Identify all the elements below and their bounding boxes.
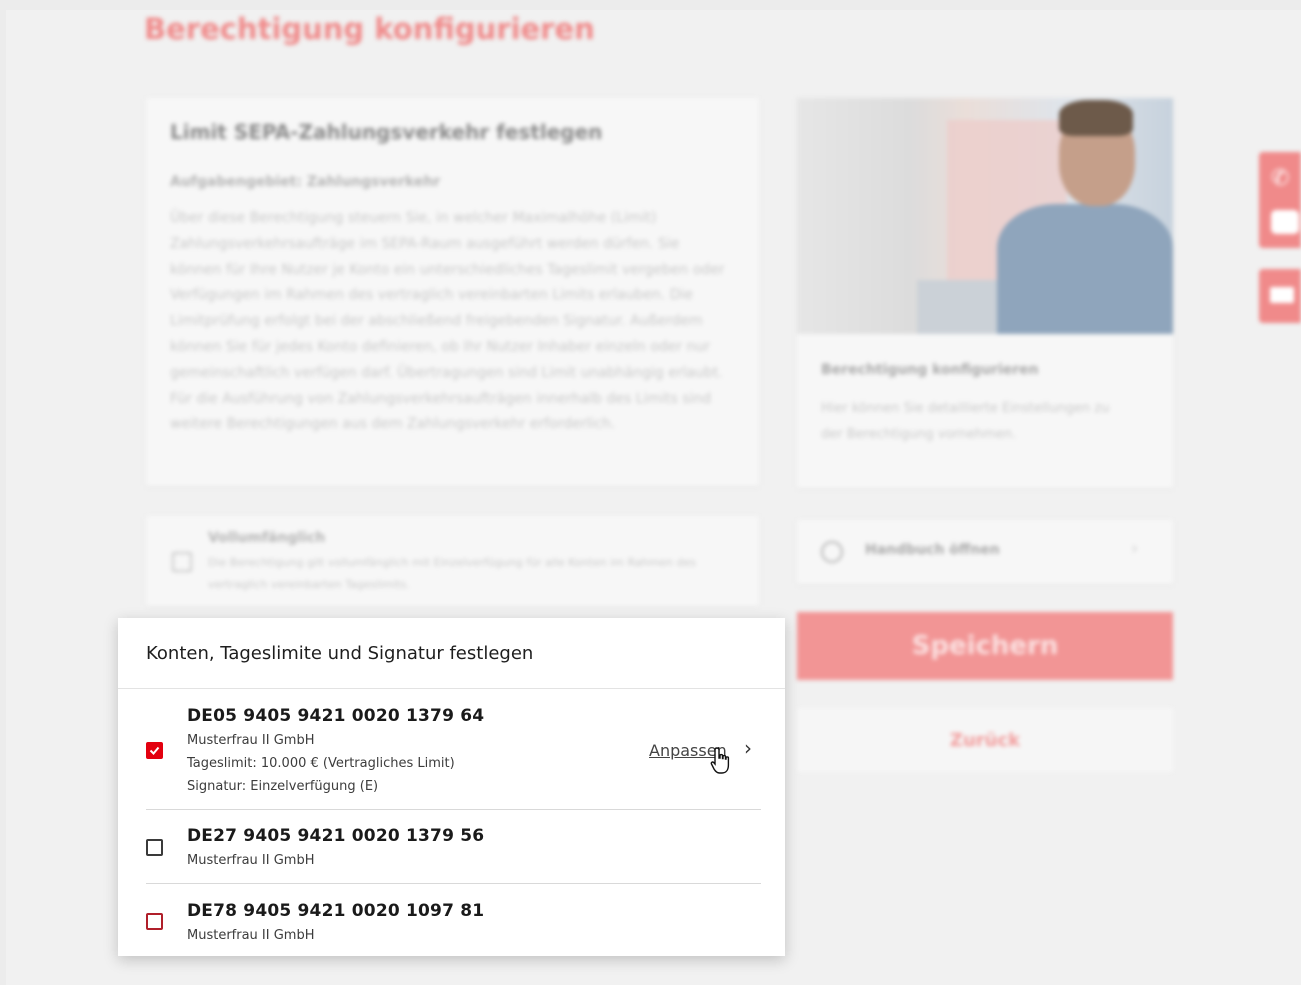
panel-title: Konten, Tageslimite und Signatur festleg… (146, 643, 534, 664)
open-manual-label: Handbuch öffnen (865, 542, 1000, 558)
account-row[interactable]: DE78 9405 9421 0020 1097 81 Musterfrau I… (146, 899, 761, 955)
phone-icon: ✆ (1271, 166, 1290, 191)
info-card: Limit SEPA-Zahlungsverkehr festlegen Auf… (146, 98, 759, 486)
hand-cursor-icon (710, 747, 730, 774)
info-card-subheading: Aufgabengebiet: Zahlungsverkehr (170, 174, 441, 190)
side-card-body: Hier können Sie detaillierte Einstellung… (821, 401, 1110, 442)
account-holder: Musterfrau II GmbH (187, 928, 315, 943)
accounts-panel: Konten, Tageslimite und Signatur festleg… (118, 618, 785, 956)
chevron-right-icon: › (1131, 538, 1139, 559)
info-card-body: Über diese Berechtigung steuern Sie, in … (170, 210, 725, 433)
side-card-title: Berechtigung konfigurieren (821, 362, 1039, 378)
account-iban: DE05 9405 9421 0020 1379 64 (187, 706, 485, 726)
checkmark-icon (149, 746, 160, 755)
side-info-card: Berechtigung konfigurieren Hier können S… (797, 98, 1173, 488)
row-divider (146, 809, 761, 810)
floating-contact-button[interactable]: ✆ (1259, 152, 1301, 248)
account-row[interactable]: DE27 9405 9421 0020 1379 56 Musterfrau I… (146, 824, 761, 884)
businessman-photo (797, 98, 1173, 334)
panel-divider (118, 688, 785, 689)
info-card-heading: Limit SEPA-Zahlungsverkehr festlegen (170, 120, 603, 144)
full-scope-checkbox[interactable] (172, 552, 192, 572)
account-checkbox[interactable] (146, 913, 163, 930)
account-holder: Musterfrau II GmbH (187, 853, 315, 868)
row-divider (146, 883, 761, 884)
open-manual-link[interactable]: Handbuch öffnen › (797, 520, 1173, 584)
account-checkbox[interactable] (146, 839, 163, 856)
question-circle-icon (821, 541, 843, 563)
account-iban: DE78 9405 9421 0020 1097 81 (187, 901, 485, 921)
back-button[interactable]: Zurück (797, 708, 1173, 772)
full-scope-label: Vollumfänglich (208, 530, 326, 546)
chat-icon (1271, 210, 1299, 234)
account-holder: Musterfrau II GmbH (187, 733, 315, 748)
chevron-right-icon[interactable]: › (744, 736, 752, 760)
floating-mail-button[interactable] (1259, 269, 1301, 323)
page-title: Berechtigung konfigurieren (144, 12, 595, 46)
account-daily-limit: Tageslimit: 10.000 € (Vertragliches Limi… (187, 756, 455, 771)
account-checkbox[interactable] (146, 742, 163, 759)
save-button[interactable]: Speichern (797, 612, 1173, 680)
account-signature: Signatur: Einzelverfügung (E) (187, 779, 379, 794)
full-scope-description: Die Berechtigung gilt vollumfänglich mit… (208, 556, 697, 591)
full-scope-option[interactable]: Vollumfänglich Die Berechtigung gilt vol… (146, 516, 759, 606)
account-row[interactable]: DE05 9405 9421 0020 1379 64 Musterfrau I… (146, 704, 761, 810)
account-iban: DE27 9405 9421 0020 1379 56 (187, 826, 485, 846)
mail-icon (1270, 287, 1294, 303)
